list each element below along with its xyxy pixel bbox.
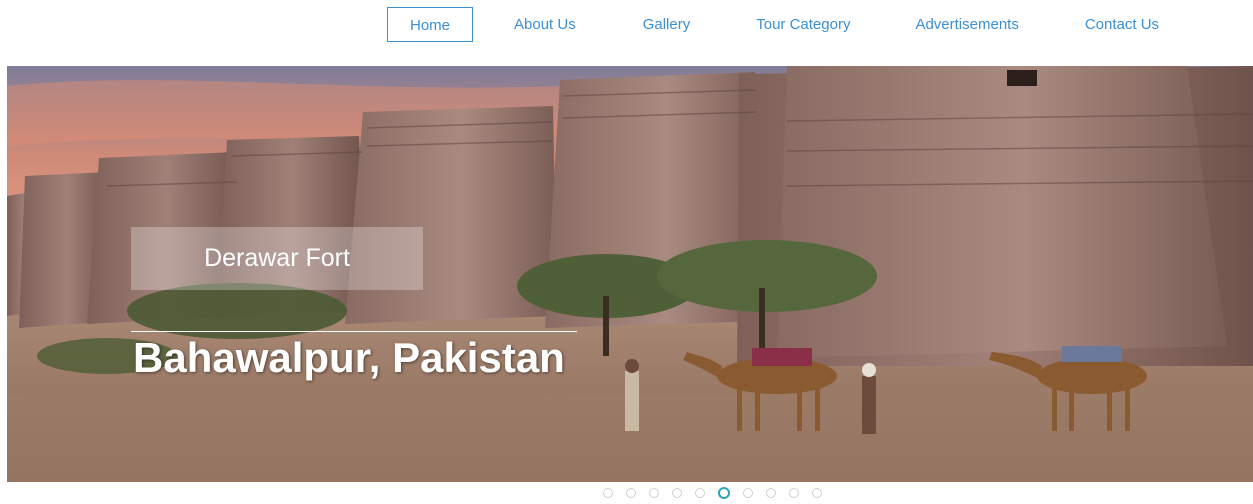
slider-dot-5[interactable] <box>695 488 705 498</box>
nav-home[interactable]: Home <box>387 7 474 42</box>
slider-dot-4[interactable] <box>672 488 682 498</box>
slider-dot-10[interactable] <box>812 488 822 498</box>
slider-dot-9[interactable] <box>789 488 799 498</box>
main-nav: Home About Us Gallery Tour Category Adve… <box>0 0 1253 66</box>
nav-list: Home About Us Gallery Tour Category Adve… <box>387 7 1159 42</box>
slider-dot-2[interactable] <box>626 488 636 498</box>
hero-slide[interactable]: Derawar Fort Bahawalpur, Pakistan <box>7 66 1253 482</box>
slide-title: Bahawalpur, Pakistan <box>133 334 565 381</box>
slider-pagination <box>603 487 822 499</box>
slider-dot-3[interactable] <box>649 488 659 498</box>
nav-gallery[interactable]: Gallery <box>643 7 691 42</box>
nav-about-us[interactable]: About Us <box>514 7 576 42</box>
slider-dot-8[interactable] <box>766 488 776 498</box>
slider-dot-1[interactable] <box>603 488 613 498</box>
caption-divider <box>131 331 577 332</box>
slider-dot-6-active[interactable] <box>718 487 730 499</box>
slide-caption-box: Derawar Fort <box>131 227 423 290</box>
nav-tour-category[interactable]: Tour Category <box>756 7 850 42</box>
slider-dot-7[interactable] <box>743 488 753 498</box>
nav-advertisements[interactable]: Advertisements <box>915 7 1018 42</box>
nav-contact-us[interactable]: Contact Us <box>1085 7 1159 42</box>
